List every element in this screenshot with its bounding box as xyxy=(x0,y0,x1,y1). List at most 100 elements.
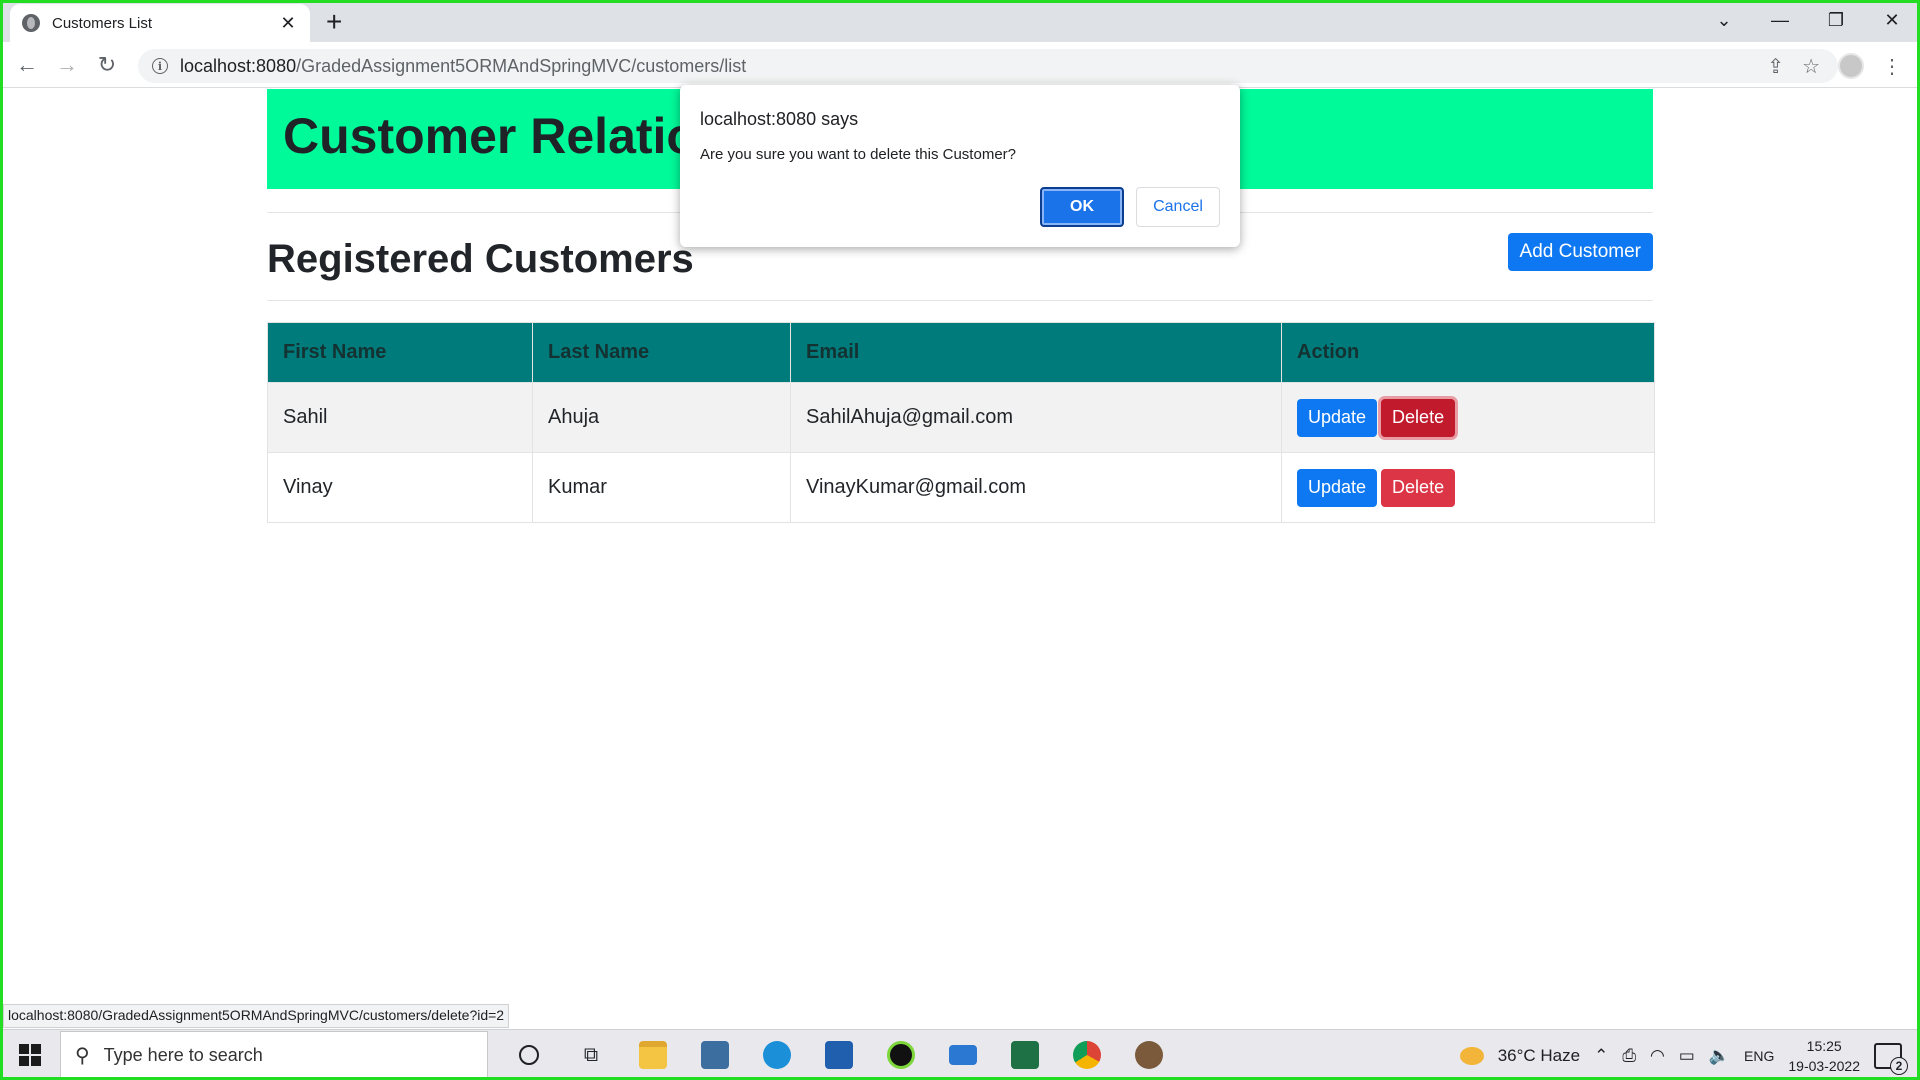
delete-button[interactable]: Delete xyxy=(1381,468,1456,507)
dialog-message: Are you sure you want to delete this Cus… xyxy=(700,146,1016,163)
edge-icon xyxy=(763,1041,791,1069)
battery-icon[interactable]: ▭ xyxy=(1679,1046,1695,1066)
volume-icon[interactable]: 🔈 xyxy=(1709,1046,1730,1066)
cell-first-name: Vinay xyxy=(267,452,533,523)
clock[interactable]: 15:25 19-03-2022 xyxy=(1788,1036,1860,1076)
store-like-app[interactable] xyxy=(684,1030,746,1080)
profile-avatar[interactable] xyxy=(1838,53,1864,79)
new-tab-button[interactable]: + xyxy=(326,6,342,38)
table-row: Vinay Kumar VinayKumar@gmail.com Update D… xyxy=(267,452,1655,523)
share-icon[interactable]: ⇪ xyxy=(1767,54,1784,79)
store-icon xyxy=(825,1041,853,1069)
usb-icon[interactable]: ⎙ xyxy=(1622,1046,1636,1066)
cell-actions: Update Delete xyxy=(1281,382,1655,453)
weather-icon xyxy=(1459,1046,1484,1065)
link-status-bar: localhost:8080/GradedAssignment5ORMAndSp… xyxy=(3,1004,510,1028)
cell-email: SahilAhuja@gmail.com xyxy=(790,382,1282,453)
dialog-ok-button[interactable]: OK xyxy=(1040,187,1124,227)
system-tray: 36°C Haze ⌃ ⎙ ◠ ▭ 🔈 ENG 15:25 19-03-2022… xyxy=(1459,1030,1920,1080)
close-tab-icon[interactable]: ✕ xyxy=(278,13,298,34)
column-header-first-name: First Name xyxy=(267,322,533,383)
file-explorer-app[interactable] xyxy=(622,1030,684,1080)
cortana-button[interactable] xyxy=(498,1030,560,1080)
clock-date: 19-03-2022 xyxy=(1788,1057,1860,1074)
confirm-dialog: localhost:8080 says Are you sure you wan… xyxy=(680,85,1240,247)
close-window-button[interactable]: ✕ xyxy=(1864,0,1920,40)
cell-last-name: Ahuja xyxy=(532,382,791,453)
minimize-button[interactable]: — xyxy=(1752,0,1808,40)
window-controls: ⌄ — ❐ ✕ xyxy=(1696,0,1920,40)
url-text: localhost:8080/GradedAssignment5ORMAndSp… xyxy=(180,56,746,77)
cell-last-name: Kumar xyxy=(532,452,791,523)
globe-icon xyxy=(22,14,40,32)
menu-kebab-icon[interactable]: ⋮ xyxy=(1882,54,1902,79)
edge-app[interactable] xyxy=(746,1030,808,1080)
browser-tab[interactable]: Customers List ✕ xyxy=(10,4,310,42)
taskbar-search[interactable]: ⚲ Type here to search xyxy=(60,1031,488,1079)
search-placeholder: Type here to search xyxy=(103,1044,263,1065)
column-header-last-name: Last Name xyxy=(532,322,791,383)
task-view-icon: ⧉ xyxy=(583,1043,599,1066)
table-row: Sahil Ahuja SahilAhuja@gmail.com Update D… xyxy=(267,382,1655,453)
spreadsheet-icon xyxy=(1011,1041,1039,1069)
notification-count: 2 xyxy=(1890,1056,1908,1075)
clock-time: 15:25 xyxy=(1806,1037,1842,1054)
tomcat-app[interactable] xyxy=(1118,1030,1180,1080)
url-host: localhost:8080 xyxy=(180,55,297,76)
add-customer-button[interactable]: Add Customer xyxy=(1507,233,1653,271)
delete-button[interactable]: Delete xyxy=(1381,398,1456,437)
forward-button[interactable]: → xyxy=(52,50,82,80)
language-indicator[interactable]: ENG xyxy=(1744,1048,1774,1064)
notification-center-icon[interactable]: 2 xyxy=(1874,1042,1908,1075)
cell-email: VinayKumar@gmail.com xyxy=(790,452,1282,523)
bookmark-star-icon[interactable]: ☆ xyxy=(1802,54,1820,79)
monitor-icon xyxy=(701,1041,729,1069)
column-header-action: Action xyxy=(1281,322,1655,383)
cell-first-name: Sahil xyxy=(267,382,533,453)
excel-like-app[interactable] xyxy=(994,1030,1056,1080)
divider xyxy=(267,300,1653,301)
update-button[interactable]: Update xyxy=(1297,468,1378,507)
windows-logo-icon xyxy=(19,1056,29,1066)
update-button[interactable]: Update xyxy=(1297,398,1378,437)
dialog-cancel-button[interactable]: Cancel xyxy=(1136,187,1220,227)
back-button[interactable]: ← xyxy=(12,50,42,80)
url-path: /GradedAssignment5ORMAndSpringMVC/custom… xyxy=(296,55,747,76)
start-button[interactable] xyxy=(0,1030,60,1080)
windows-taskbar: ⚲ Type here to search ⧉ 36°C Haze ⌃ ⎙ ◠ … xyxy=(0,1029,1920,1080)
weather-text[interactable]: 36°C Haze xyxy=(1498,1046,1580,1066)
app-black-green[interactable] xyxy=(870,1030,932,1080)
column-header-email: Email xyxy=(790,322,1282,383)
site-info-icon[interactable]: i xyxy=(152,58,168,74)
address-bar[interactable]: i localhost:8080/GradedAssignment5ORMAnd… xyxy=(138,49,1838,83)
mail-icon xyxy=(949,1045,977,1065)
tomcat-icon xyxy=(1135,1041,1163,1069)
cell-actions: Update Delete xyxy=(1281,452,1655,523)
tab-search-icon[interactable]: ⌄ xyxy=(1696,0,1752,40)
app-icon xyxy=(887,1041,915,1069)
folder-icon xyxy=(639,1041,667,1069)
browser-tabstrip: Customers List ✕ + ⌄ — ❐ ✕ xyxy=(0,0,1920,42)
tab-title: Customers List xyxy=(52,14,153,32)
restore-button[interactable]: ❐ xyxy=(1808,0,1864,40)
task-view-button[interactable]: ⧉ xyxy=(560,1030,622,1080)
search-icon: ⚲ xyxy=(75,1044,90,1067)
customers-table: First Name Last Name Email Action Sahil … xyxy=(267,322,1655,523)
chrome-icon xyxy=(1073,1041,1101,1069)
table-header-row: First Name Last Name Email Action xyxy=(267,322,1655,383)
windows-logo-icon xyxy=(19,1044,29,1054)
browser-toolbar: ← → ↻ i localhost:8080/GradedAssignment5… xyxy=(0,42,1920,88)
page-heading: Registered Customers xyxy=(267,237,694,281)
taskbar-apps: ⧉ xyxy=(498,1030,1180,1080)
dialog-title: localhost:8080 says xyxy=(700,109,859,129)
chrome-app[interactable] xyxy=(1056,1030,1118,1080)
wifi-icon[interactable]: ◠ xyxy=(1650,1046,1665,1066)
chevron-up-icon[interactable]: ⌃ xyxy=(1594,1046,1608,1066)
mail-app[interactable] xyxy=(932,1030,994,1080)
toolbar-right: ⇪ ☆ ⋮ xyxy=(1767,49,1902,83)
reload-button[interactable]: ↻ xyxy=(92,50,122,80)
windows-logo-icon xyxy=(31,1056,41,1066)
ms-store-app[interactable] xyxy=(808,1030,870,1080)
cortana-icon xyxy=(519,1045,539,1065)
windows-logo-icon xyxy=(31,1044,41,1054)
